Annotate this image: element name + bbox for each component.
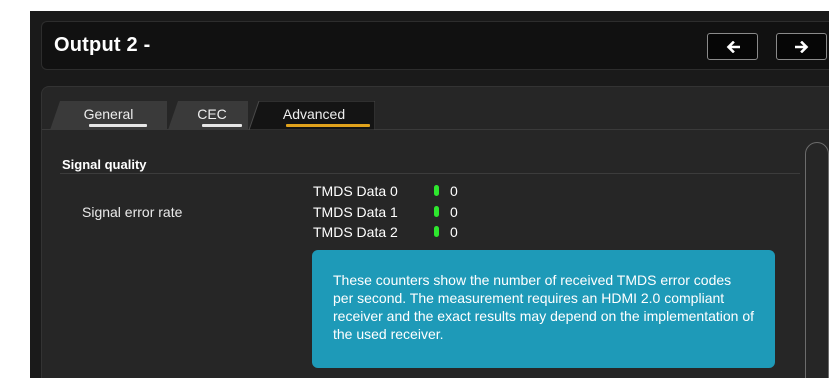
tmds-counter-value: 0: [450, 183, 458, 199]
tab-general[interactable]: General: [50, 101, 167, 130]
tmds-counter-name: TMDS Data 1: [313, 204, 398, 220]
previous-output-button[interactable]: [707, 33, 758, 60]
scrollbar[interactable]: [805, 142, 829, 378]
arrow-left-icon: [726, 40, 740, 53]
signal-error-rate-label: Signal error rate: [82, 204, 183, 220]
tmds-counter-value: 0: [450, 224, 458, 240]
tab-advanced-label: Advanced: [282, 106, 346, 122]
arrow-right-icon: [794, 40, 809, 53]
status-led-icon: [434, 185, 439, 196]
status-led-icon: [434, 206, 439, 217]
tab-advanced-indicator: [286, 124, 370, 127]
tab-cec[interactable]: CEC: [168, 101, 248, 130]
section-title-signal-quality: Signal quality: [62, 157, 147, 172]
page-title: Output 2 -: [54, 34, 151, 56]
tab-cec-label: CEC: [197, 106, 227, 122]
tab-cec-indicator: [202, 124, 242, 127]
tab-general-indicator: [89, 124, 147, 127]
tmds-counter-name: TMDS Data 0: [313, 183, 398, 199]
info-tooltip: These counters show the number of receiv…: [312, 250, 775, 368]
next-output-button[interactable]: [776, 33, 827, 60]
output-settings-window: Output 2 - General CEC Advanced Signal q…: [30, 11, 829, 378]
tab-general-label: General: [83, 106, 134, 122]
status-led-icon: [434, 226, 439, 237]
settings-panel: General CEC Advanced Signal quality Sign…: [41, 86, 829, 378]
tmds-counter-value: 0: [450, 204, 458, 220]
output-header: Output 2 -: [41, 21, 829, 70]
tab-bar: General CEC Advanced: [42, 87, 829, 130]
tab-advanced[interactable]: Advanced: [249, 101, 375, 130]
section-divider: [60, 173, 800, 174]
tmds-counter-name: TMDS Data 2: [313, 224, 398, 240]
